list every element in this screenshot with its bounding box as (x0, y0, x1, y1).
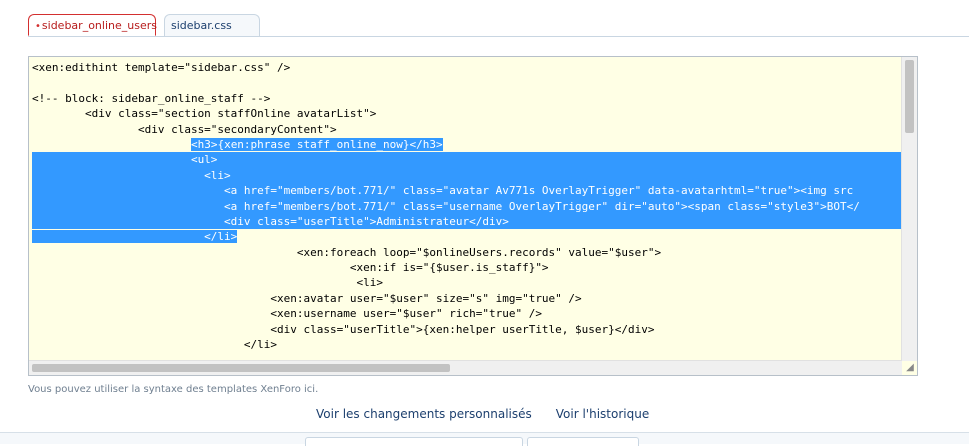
action-links: Voir les changements personnalisés Voir l… (316, 407, 649, 421)
code-line-selected: <a href="members/bot.771/" class="avatar… (32, 183, 901, 199)
tab-sidebar-online-users[interactable]: •sidebar_online_users (28, 14, 157, 36)
code-line-selected: </li> (32, 230, 238, 244)
syntax-hint: Vous pouvez utiliser la syntaxe des temp… (28, 384, 319, 395)
code-line-selected: <h3>{xen:phrase staff_online_now}</h3> (190, 137, 443, 151)
vertical-scrollbar[interactable] (901, 57, 917, 361)
horizontal-scroll-thumb[interactable] (32, 364, 450, 372)
tab-sidebar-css[interactable]: sidebar.css (164, 14, 260, 36)
code-line: <div class="section staffOnline avatarLi… (32, 107, 377, 121)
code-line: <div class="secondaryContent"> (32, 122, 337, 136)
resize-grip-icon[interactable]: ◢ (904, 362, 916, 374)
code-line-selected: <ul> (32, 152, 901, 168)
modified-dot-icon: • (35, 21, 41, 32)
code-line-selected: <a href="members/bot.771/" class="userna… (32, 198, 901, 214)
code-line-selected: <li> (32, 167, 901, 184)
code-line: <xen:username user="$user" rich="true" /… (32, 307, 542, 321)
code-line: <xen:foreach loop="$onlineUsers.records"… (32, 245, 662, 259)
code-line-selected: <div class="userTitle">Administrateur</d… (32, 213, 901, 230)
secondary-button[interactable] (527, 437, 639, 446)
code-line: <div class="userTitle">{xen:helper userT… (32, 322, 655, 336)
code-line: <!-- block: sidebar_online_staff --> (32, 91, 271, 105)
view-history-link[interactable]: Voir l'historique (556, 407, 649, 421)
code-line: <li> (32, 276, 384, 290)
save-button[interactable] (305, 437, 523, 446)
view-changes-link[interactable]: Voir les changements personnalisés (316, 407, 532, 421)
code-line: </li> (32, 338, 278, 352)
vertical-scroll-thumb[interactable] (905, 60, 914, 133)
tab-divider (28, 36, 969, 37)
code-line: <xen:avatar user="$user" size="s" img="t… (32, 291, 582, 305)
code-area[interactable]: <xen:edithint template="sidebar.css" /> … (32, 60, 901, 361)
tab-label: sidebar_online_users (41, 19, 157, 32)
tab-label: sidebar.css (171, 19, 232, 32)
horizontal-scrollbar[interactable] (29, 360, 902, 375)
code-line: <xen:edithint template="sidebar.css" /> (32, 61, 291, 74)
code-editor[interactable]: <xen:edithint template="sidebar.css" /> … (28, 56, 918, 376)
code-line: <xen:if is="{$user.is_staff}"> (32, 261, 549, 275)
